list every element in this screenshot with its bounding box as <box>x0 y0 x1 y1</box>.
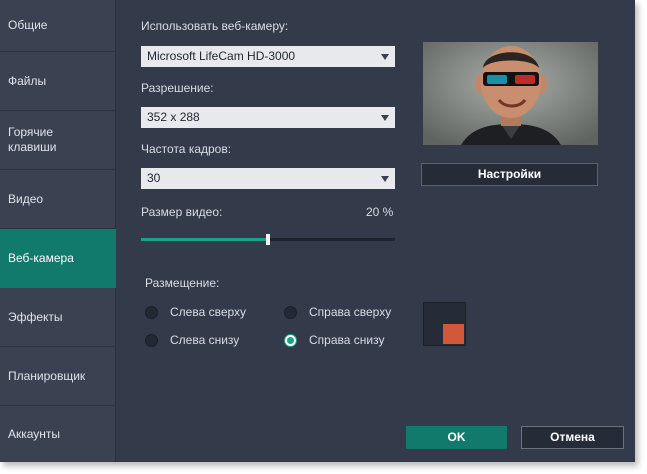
radio-indicator <box>284 305 297 319</box>
placement-label: Размещение: <box>145 276 220 290</box>
sidebar-item-effects[interactable]: Эффекты <box>0 288 116 347</box>
sidebar-item-webcam[interactable]: Веб-камера <box>0 229 116 288</box>
radio-label: Слева снизу <box>170 333 240 347</box>
sidebar-item-label: Горячие клавиши <box>8 125 57 154</box>
slider-thumb[interactable] <box>266 234 270 245</box>
radio-indicator <box>145 305 158 319</box>
placement-preview <box>423 302 466 346</box>
placement-top-left-radio[interactable]: Слева сверху <box>145 305 246 319</box>
framerate-label: Частота кадров: <box>141 142 232 156</box>
webcam-settings-button[interactable]: Настройки <box>421 163 598 186</box>
sidebar-item-files[interactable]: Файлы <box>0 52 116 111</box>
sidebar-item-label: Видео <box>8 191 44 206</box>
framerate-select[interactable]: 30 <box>141 168 395 189</box>
settings-window: Общие Файлы Горячие клавиши Видео Веб-ка… <box>0 0 635 462</box>
video-size-value: 20 % <box>366 205 394 219</box>
sidebar-item-general[interactable]: Общие <box>0 0 116 52</box>
sidebar-item-label: Планировщик <box>8 368 86 383</box>
sidebar-item-label: Веб-камера <box>8 250 74 265</box>
webcam-device-select[interactable]: Microsoft LifeCam HD-3000 <box>141 46 395 67</box>
video-size-slider[interactable] <box>141 234 395 245</box>
resolution-value: 352 x 288 <box>147 110 200 124</box>
placement-top-right-radio[interactable]: Справа сверху <box>284 305 391 319</box>
resolution-label: Разрешение: <box>141 81 214 95</box>
sidebar-item-hotkeys[interactable]: Горячие клавиши <box>0 111 116 170</box>
placement-bottom-left-radio[interactable]: Слева снизу <box>145 333 239 347</box>
radio-label: Справа сверху <box>309 305 392 319</box>
cancel-button[interactable]: Отмена <box>521 426 624 449</box>
chevron-down-icon <box>381 54 389 60</box>
sidebar-item-scheduler[interactable]: Планировщик <box>0 347 116 406</box>
chevron-down-icon <box>381 176 389 182</box>
radio-indicator <box>284 333 297 347</box>
framerate-value: 30 <box>147 171 161 185</box>
placement-preview-marker <box>443 324 464 344</box>
ok-button[interactable]: OK <box>406 426 507 449</box>
radio-label: Слева сверху <box>170 305 247 319</box>
sidebar-item-label: Эффекты <box>8 309 63 324</box>
chevron-down-icon <box>381 115 389 121</box>
radio-label: Справа снизу <box>309 333 385 347</box>
radio-indicator <box>145 333 158 347</box>
sidebar-item-label: Аккаунты <box>8 426 61 441</box>
sidebar-item-label: Общие <box>8 18 48 32</box>
resolution-select[interactable]: 352 x 288 <box>141 107 395 128</box>
sidebar-item-label: Файлы <box>8 73 47 88</box>
video-size-label: Размер видео: <box>141 205 223 219</box>
webcam-device-value: Microsoft LifeCam HD-3000 <box>147 49 296 63</box>
webcam-preview-image <box>423 42 598 145</box>
sidebar-item-video[interactable]: Видео <box>0 170 116 229</box>
use-webcam-label: Использовать веб-камеру: <box>141 19 289 33</box>
slider-fill <box>141 238 268 241</box>
sidebar: Общие Файлы Горячие клавиши Видео Веб-ка… <box>0 0 116 462</box>
placement-bottom-right-radio[interactable]: Справа снизу <box>284 333 384 347</box>
sidebar-item-accounts[interactable]: Аккаунты <box>0 406 116 462</box>
